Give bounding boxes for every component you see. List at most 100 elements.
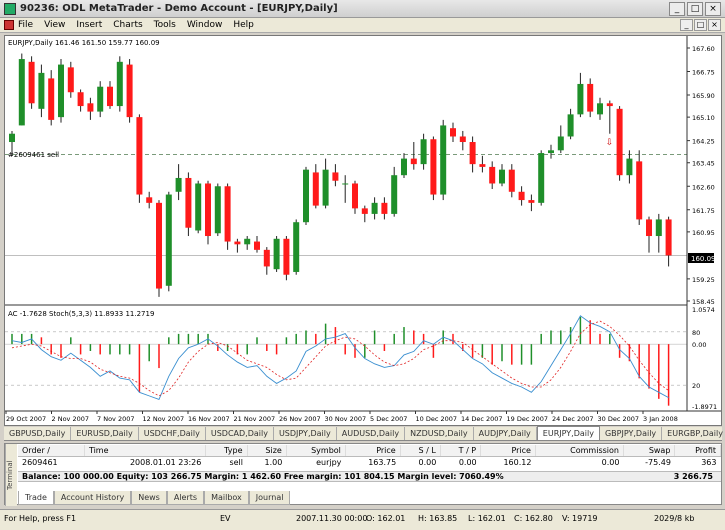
candle-body: [371, 202, 378, 214]
price-tick-label: 158.45: [692, 298, 715, 306]
candle-body: [538, 153, 545, 203]
price-tick-label: 160.95: [692, 229, 715, 237]
candle-body: [352, 183, 358, 209]
candle-body: [626, 158, 633, 176]
column-header[interactable]: Symbol: [286, 445, 346, 457]
terminal-tab[interactable]: Mailbox: [204, 491, 249, 505]
column-header[interactable]: Price: [480, 445, 536, 457]
candle-body: [38, 72, 45, 109]
candle-body: [9, 133, 15, 143]
terminal-tab[interactable]: Trade: [18, 491, 54, 505]
price-tick-label: 164.25: [692, 138, 715, 146]
candle-body: [18, 59, 25, 126]
menu-insert[interactable]: Insert: [76, 20, 102, 30]
chart-area[interactable]: ⇩ EURJPY,Daily 161.46 161.50 159.77 160.…: [4, 35, 722, 426]
mdi-restore-button[interactable]: □: [694, 19, 707, 31]
minimize-button[interactable]: _: [669, 2, 685, 16]
mdi-close-button[interactable]: ×: [708, 19, 721, 31]
symbol-tab[interactable]: GBPUSD,Daily: [4, 427, 72, 440]
column-header[interactable]: Order /: [18, 445, 85, 457]
candle-body: [234, 241, 241, 245]
price-chart[interactable]: ⇩ EURJPY,Daily 161.46 161.50 159.77 160.…: [5, 36, 721, 425]
candle-body: [548, 150, 554, 154]
column-header[interactable]: Swap: [623, 445, 676, 457]
menu-bar: File View Insert Charts Tools Window Hel…: [0, 18, 725, 33]
candle-body: [606, 103, 613, 107]
status-datetime: 2007.11.30 00:00: [296, 514, 368, 523]
table-row[interactable]: 2609461 2008.01.01 23:26 sell 1.00 eurjpy 163…: [18, 457, 721, 469]
terminal-tab[interactable]: Alerts: [166, 491, 205, 505]
candle-body: [528, 200, 535, 203]
document-icon: [4, 20, 14, 30]
candle-body: [136, 117, 143, 195]
maximize-button[interactable]: □: [687, 2, 703, 16]
candle-body: [195, 183, 202, 231]
symbol-tab[interactable]: EURJPY,Daily: [536, 426, 600, 440]
symbol-tab[interactable]: EURGBP,Daily: [662, 427, 725, 440]
menu-view[interactable]: View: [44, 20, 65, 30]
date-tick-label: 24 Dec 2007: [552, 415, 594, 423]
symbol-tab[interactable]: USDCAD,Daily: [206, 427, 274, 440]
candle-body: [430, 139, 437, 195]
candle-body: [254, 241, 260, 250]
candle-body: [312, 172, 319, 206]
table-cell: 363: [701, 458, 717, 467]
symbol-tab[interactable]: USDCHF,Daily: [139, 427, 206, 440]
candle-body: [332, 172, 339, 181]
price-tick-label: 161.75: [692, 207, 715, 215]
sell-arrow-icon: ⇩: [606, 138, 614, 148]
candle-body: [499, 169, 505, 184]
column-header[interactable]: Type: [205, 445, 248, 457]
candle-body: [303, 169, 309, 223]
price-tick-label: 159.25: [692, 276, 715, 284]
candle-body: [567, 114, 574, 137]
column-header[interactable]: S / L: [400, 445, 441, 457]
column-header[interactable]: Price: [345, 445, 401, 457]
candle-body: [263, 249, 270, 267]
candle-body: [557, 136, 564, 151]
symbol-tab[interactable]: EURUSD,Daily: [71, 427, 139, 440]
terminal-tab[interactable]: Account History: [53, 491, 132, 505]
candle-body: [77, 92, 84, 107]
column-header[interactable]: Time: [84, 445, 206, 457]
date-tick-label: 12 Nov 2007: [143, 415, 185, 423]
status-high: H: 163.85: [418, 514, 458, 523]
menu-charts[interactable]: Charts: [113, 20, 142, 30]
terminal-tab[interactable]: Journal: [248, 491, 291, 505]
date-tick-label: 19 Dec 2007: [507, 415, 549, 423]
symbol-tab[interactable]: AUDUSD,Daily: [337, 427, 406, 440]
status-volume: V: 19719: [562, 514, 598, 523]
date-tick-label: 30 Nov 2007: [325, 415, 367, 423]
symbol-tab[interactable]: NZDUSD,Daily: [405, 427, 474, 440]
price-tick-label: 163.45: [692, 160, 715, 168]
column-header[interactable]: Size: [247, 445, 287, 457]
candle-body: [58, 64, 64, 118]
menu-help[interactable]: Help: [233, 20, 254, 30]
price-tick-label: 166.75: [692, 69, 715, 77]
candle-body: [165, 194, 172, 286]
close-button[interactable]: ×: [705, 2, 721, 16]
symbol-tab[interactable]: USDJPY,Daily: [274, 427, 337, 440]
terminal-tab[interactable]: News: [131, 491, 167, 505]
candle-body: [146, 197, 153, 203]
table-cell: 1.00: [264, 458, 283, 467]
symbol-tab[interactable]: GBPJPY,Daily: [600, 427, 663, 440]
menu-tools[interactable]: Tools: [154, 20, 176, 30]
mdi-minimize-button[interactable]: _: [680, 19, 693, 31]
title-bar: 90236: ODL MetaTrader - Demo Account - […: [0, 0, 725, 18]
table-cell: 160.12: [503, 458, 532, 467]
table-cell: 0.00: [601, 458, 620, 467]
status-low: L: 162.01: [468, 514, 506, 523]
symbol-tab[interactable]: AUDJPY,Daily: [474, 427, 537, 440]
price-tick-label: 165.90: [692, 92, 715, 100]
column-header[interactable]: Commission: [535, 445, 624, 457]
price-tick-label: 167.60: [692, 45, 715, 53]
candle-body: [577, 83, 584, 115]
menu-window[interactable]: Window: [187, 20, 223, 30]
indicator-tick-label: 1.0574: [692, 306, 715, 314]
balance-row: Balance: 100 000.00 Equity: 103 266.75 M…: [18, 471, 721, 482]
price-tick-label: 162.60: [692, 183, 715, 191]
column-header[interactable]: Profit: [674, 445, 721, 457]
column-header[interactable]: T / P: [440, 445, 482, 457]
menu-file[interactable]: File: [18, 20, 33, 30]
